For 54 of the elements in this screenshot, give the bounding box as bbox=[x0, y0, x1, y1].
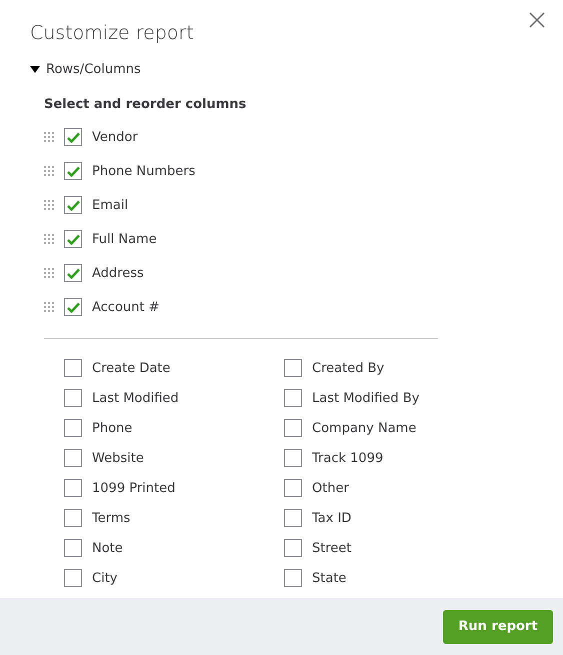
checkbox[interactable] bbox=[64, 419, 82, 437]
column-label: 1099 Printed bbox=[92, 480, 176, 496]
drag-handle-icon[interactable] bbox=[44, 200, 54, 210]
column-label: Create Date bbox=[92, 360, 170, 376]
caret-icon bbox=[30, 66, 40, 74]
column-label: Company Name bbox=[312, 420, 416, 436]
section-toggle[interactable]: Rows/Columns bbox=[30, 62, 141, 77]
checkbox[interactable] bbox=[284, 539, 302, 557]
column-label: Created By bbox=[312, 360, 384, 376]
checkbox[interactable] bbox=[64, 230, 82, 248]
column-label: Last Modified bbox=[92, 390, 179, 406]
checkbox[interactable] bbox=[64, 509, 82, 527]
checkbox[interactable] bbox=[284, 419, 302, 437]
drag-handle-icon[interactable] bbox=[44, 132, 54, 142]
column-label: Account # bbox=[92, 300, 160, 314]
checkbox[interactable] bbox=[64, 162, 82, 180]
checkbox[interactable] bbox=[64, 128, 82, 146]
drag-handle-icon[interactable] bbox=[44, 234, 54, 244]
checkbox[interactable] bbox=[284, 389, 302, 407]
checkbox[interactable] bbox=[284, 449, 302, 467]
column-label: Full Name bbox=[92, 232, 157, 246]
column-label: Phone bbox=[92, 420, 132, 436]
checkbox[interactable] bbox=[64, 479, 82, 497]
column-label: Address bbox=[92, 266, 144, 280]
checkbox[interactable] bbox=[284, 509, 302, 527]
column-label: Other bbox=[312, 480, 349, 496]
column-label: Email bbox=[92, 198, 128, 212]
section-heading: Select and reorder columns bbox=[44, 97, 246, 112]
checkbox[interactable] bbox=[284, 569, 302, 587]
column-label: Vendor bbox=[92, 130, 138, 144]
checkbox[interactable] bbox=[64, 539, 82, 557]
drag-handle-icon[interactable] bbox=[44, 302, 54, 312]
checkbox[interactable] bbox=[64, 359, 82, 377]
checkbox[interactable] bbox=[64, 389, 82, 407]
checkbox[interactable] bbox=[284, 479, 302, 497]
column-label: Website bbox=[92, 450, 144, 466]
column-label: State bbox=[312, 570, 346, 586]
checkbox[interactable] bbox=[64, 196, 82, 214]
drag-handle-icon[interactable] bbox=[44, 268, 54, 278]
column-label: Terms bbox=[92, 510, 130, 526]
column-label: Street bbox=[312, 540, 352, 556]
column-label: Phone Numbers bbox=[92, 164, 196, 178]
checkbox[interactable] bbox=[64, 569, 82, 587]
drag-handle-icon[interactable] bbox=[44, 166, 54, 176]
checkbox[interactable] bbox=[64, 264, 82, 282]
checkbox[interactable] bbox=[284, 359, 302, 377]
column-label: Last Modified By bbox=[312, 390, 420, 406]
checkbox[interactable] bbox=[64, 449, 82, 467]
column-label: Tax ID bbox=[312, 510, 352, 526]
dialog-title: Customize report bbox=[30, 22, 194, 44]
column-label: City bbox=[92, 570, 118, 586]
checkbox[interactable] bbox=[64, 298, 82, 316]
column-label: Note bbox=[92, 540, 123, 556]
column-label: Track 1099 bbox=[312, 450, 384, 466]
